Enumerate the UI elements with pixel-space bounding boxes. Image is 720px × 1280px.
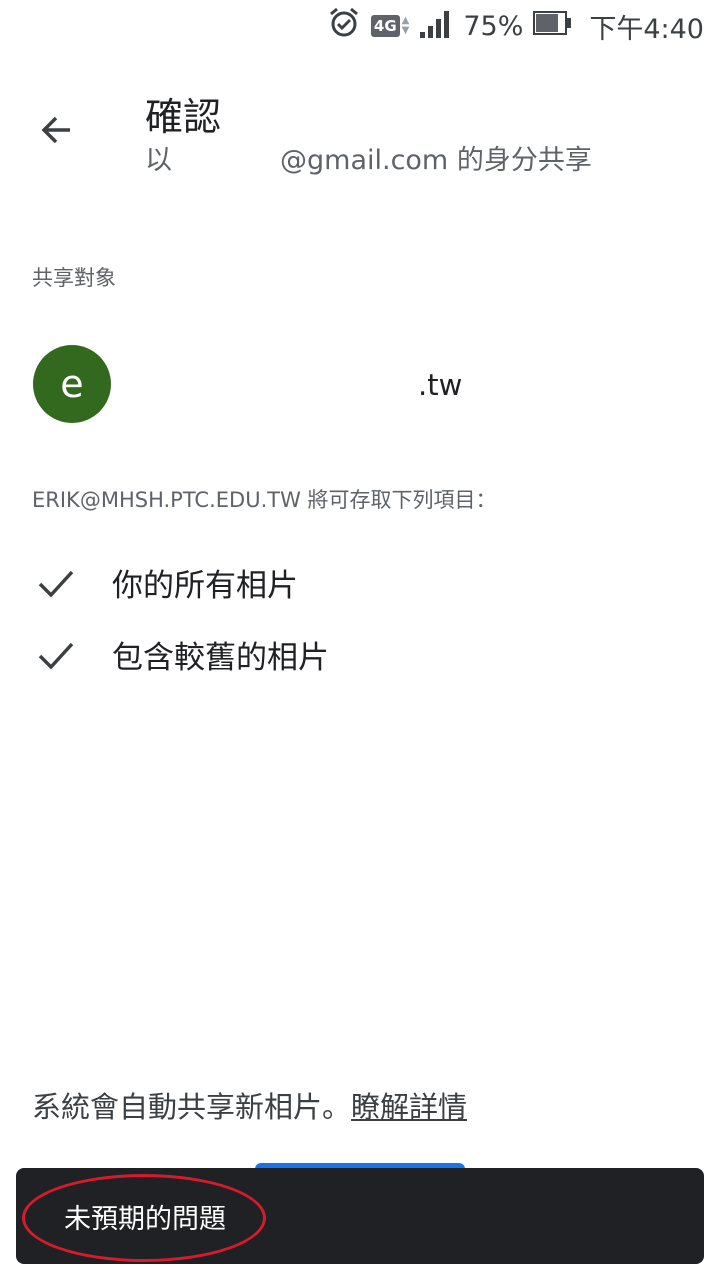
access-item-label: 你的所有相片: [112, 568, 298, 604]
auto-share-note: 系統會自動共享新相片。瞭解詳情: [32, 1084, 467, 1126]
page-title: 確認: [145, 95, 222, 139]
check-icon: [38, 642, 74, 670]
subtitle-prefix: 以: [145, 145, 172, 176]
annotation-circle: [22, 1174, 266, 1262]
battery-percent: 75%: [463, 10, 524, 42]
battery-icon: [533, 10, 573, 43]
list-item: 包含較舊的相片: [36, 632, 329, 677]
avatar: e: [33, 345, 111, 423]
signal-icon: [419, 8, 453, 45]
check-icon: [38, 570, 74, 598]
clock: 下午4:40: [589, 13, 704, 45]
recipient-email: .tw: [418, 368, 463, 402]
alarm-icon: [327, 6, 361, 47]
share-target-label: 共享對象: [32, 266, 116, 290]
auto-share-text: 系統會自動共享新相片。: [32, 1090, 352, 1124]
access-description: ERIK@MHSH.PTC.EDU.TW 將可存取下列項目：: [32, 488, 497, 512]
account-subtitle: 以 @gmail.com 的身分共享: [145, 138, 592, 177]
subtitle-suffix: @gmail.com 的身分共享: [280, 145, 592, 176]
network-label: 4G: [370, 15, 400, 37]
network-4g-icon: 4G ▲ ▼: [370, 15, 409, 37]
arrow-back-icon: [41, 116, 70, 144]
learn-more-link[interactable]: 瞭解詳情: [351, 1090, 467, 1124]
status-bar: 4G ▲ ▼ 75% 下午4:40: [0, 0, 720, 52]
access-item-label: 包含較舊的相片: [112, 640, 329, 676]
list-item: 你的所有相片: [36, 560, 298, 605]
back-button[interactable]: [30, 104, 82, 156]
